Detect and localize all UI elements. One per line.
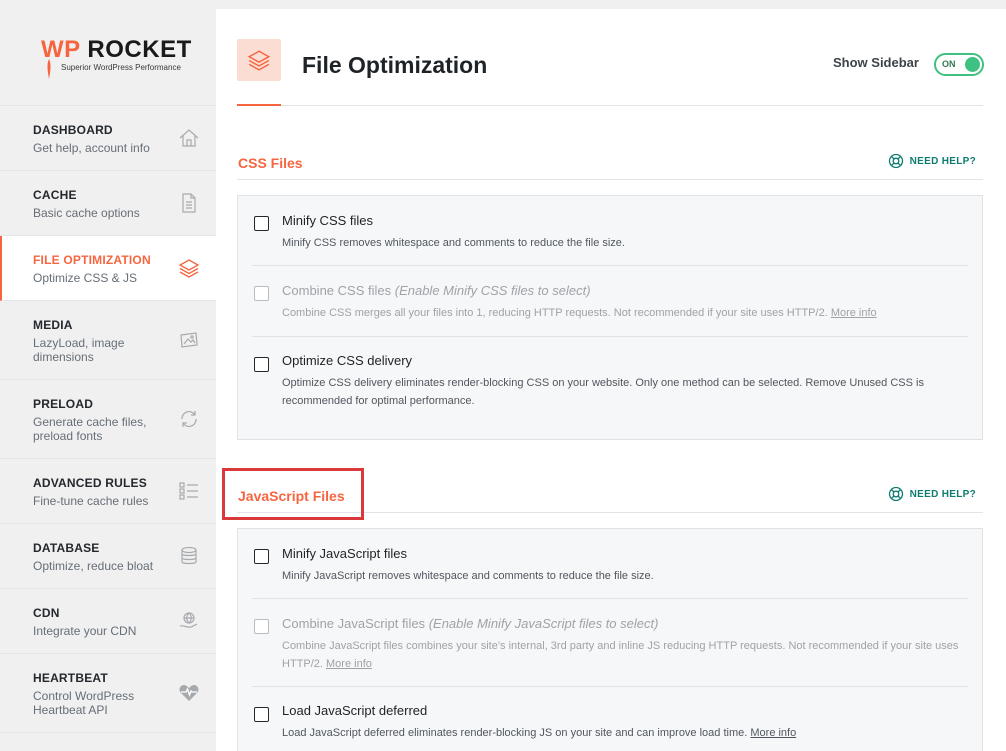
minify-js-field: Minify JavaScript files Minify JavaScrip…: [252, 529, 968, 599]
field-label: Minify CSS files: [282, 213, 374, 228]
more-info-link[interactable]: More info: [831, 307, 877, 319]
page-header: File Optimization Show Sidebar ON: [237, 9, 984, 106]
need-help-label: NEED HELP?: [909, 488, 976, 500]
css-need-help-link[interactable]: NEED HELP?: [888, 153, 976, 169]
sidebar-item-preload[interactable]: PRELOAD Generate cache files, preload fo…: [0, 380, 216, 459]
more-info-link[interactable]: More info: [326, 658, 372, 670]
need-help-label: NEED HELP?: [909, 155, 976, 167]
minify-js-checkbox[interactable]: [254, 549, 269, 564]
wp-rocket-logo[interactable]: WP ROCKET Superior WordPress Performance: [0, 9, 216, 106]
field-label: Combine CSS files (Enable Minify CSS fil…: [282, 283, 591, 298]
sidebar-nav: DASHBOARD Get help, account info CACHE B…: [0, 106, 216, 733]
sidebar-item-subtitle: Optimize CSS & JS: [33, 271, 138, 285]
show-sidebar-toggle[interactable]: ON: [934, 53, 984, 76]
css-section-header: CSS Files NEED HELP?: [237, 142, 983, 180]
section-title: CSS Files: [238, 155, 303, 171]
header-accent: [237, 104, 281, 106]
layers-icon: [178, 259, 200, 278]
toggle-knob: [965, 57, 980, 72]
sidebar-item-subtitle: Basic cache options: [33, 206, 140, 220]
refresh-icon: [181, 411, 197, 427]
field-label: Load JavaScript deferred: [282, 703, 428, 718]
globe-hand-icon: [179, 612, 198, 628]
field-description: Optimize CSS delivery eliminates render-…: [282, 377, 924, 407]
page-icon: [237, 39, 281, 81]
optimize-css-delivery-checkbox[interactable]: [254, 357, 269, 372]
load-js-deferred-field: Load JavaScript deferred Load JavaScript…: [252, 687, 968, 751]
lifebuoy-icon: [888, 153, 903, 169]
layers-icon: [247, 50, 271, 71]
combine-css-checkbox[interactable]: [254, 286, 269, 301]
field-label: Optimize CSS delivery: [282, 353, 413, 368]
sidebar-item-subtitle: Generate cache files, preload fonts: [33, 415, 147, 443]
lifebuoy-icon: [888, 486, 903, 502]
field-label: Minify JavaScript files: [282, 546, 407, 561]
sidebar-item-file-optimization[interactable]: FILE OPTIMIZATION Optimize CSS & JS: [0, 236, 216, 301]
logo-rocket: ROCKET: [87, 36, 192, 63]
image-icon: [180, 332, 198, 348]
sidebar-item-database[interactable]: DATABASE Optimize, reduce bloat: [0, 524, 216, 589]
rocket-flame-icon: [47, 59, 51, 79]
minify-css-field: Minify CSS files Minify CSS removes whit…: [252, 196, 968, 266]
show-sidebar-label: Show Sidebar: [833, 55, 919, 70]
sidebar-item-subtitle: Optimize, reduce bloat: [33, 559, 154, 573]
sidebar-item-heartbeat[interactable]: HEARTBEAT Control WordPress Heartbeat AP…: [0, 654, 216, 733]
logo-tagline: Superior WordPress Performance: [61, 63, 181, 72]
main-content: File Optimization Show Sidebar ON CSS Fi…: [216, 9, 1006, 751]
combine-js-checkbox[interactable]: [254, 619, 269, 634]
home-icon: [179, 129, 199, 147]
field-description: Load JavaScript deferred eliminates rend…: [282, 727, 797, 739]
field-label: Combine JavaScript files (Enable Minify …: [282, 616, 659, 631]
toggle-state-label: ON: [942, 59, 956, 69]
sidebar-item-media[interactable]: MEDIA LazyLoad, image dimensions: [0, 301, 216, 380]
field-description: Combine JavaScript files combines your s…: [282, 640, 959, 670]
combine-css-field: Combine CSS files (Enable Minify CSS fil…: [252, 266, 968, 337]
sidebar-item-subtitle: LazyLoad, image dimensions: [33, 336, 125, 364]
sidebar-item-dashboard[interactable]: DASHBOARD Get help, account info: [0, 106, 216, 171]
field-description: Minify CSS removes whitespace and commen…: [282, 237, 625, 249]
minify-css-checkbox[interactable]: [254, 216, 269, 231]
javascript-files-highlight-box: [222, 468, 364, 520]
load-js-deferred-checkbox[interactable]: [254, 707, 269, 722]
field-description: Combine CSS merges all your files into 1…: [282, 307, 877, 319]
page-title: File Optimization: [302, 52, 488, 78]
combine-js-field: Combine JavaScript files (Enable Minify …: [252, 599, 968, 687]
sidebar-item-subtitle: Integrate your CDN: [33, 624, 137, 638]
heartbeat-icon: [179, 685, 199, 701]
sidebar-item-advanced-rules[interactable]: ADVANCED RULES Fine-tune cache rules: [0, 459, 216, 524]
sidebar-item-subtitle: Control WordPress Heartbeat API: [33, 689, 135, 717]
optimize-css-delivery-field: Optimize CSS delivery Optimize CSS deliv…: [252, 337, 968, 437]
checklist-icon: [179, 482, 198, 500]
sidebar-item-cache[interactable]: CACHE Basic cache options: [0, 171, 216, 236]
sidebar-item-subtitle: Fine-tune cache rules: [33, 494, 149, 508]
database-icon: [181, 546, 197, 565]
sidebar-item-cdn[interactable]: CDN Integrate your CDN: [0, 589, 216, 654]
field-description: Minify JavaScript removes whitespace and…: [282, 570, 654, 582]
js-need-help-link[interactable]: NEED HELP?: [888, 486, 976, 502]
document-icon: [182, 193, 196, 213]
js-options-panel: Minify JavaScript files Minify JavaScrip…: [237, 528, 983, 751]
sidebar-item-subtitle: Get help, account info: [33, 141, 150, 155]
sidebar: WP ROCKET Superior WordPress Performance…: [0, 9, 216, 751]
more-info-link[interactable]: More info: [750, 727, 796, 739]
css-options-panel: Minify CSS files Minify CSS removes whit…: [237, 195, 983, 440]
